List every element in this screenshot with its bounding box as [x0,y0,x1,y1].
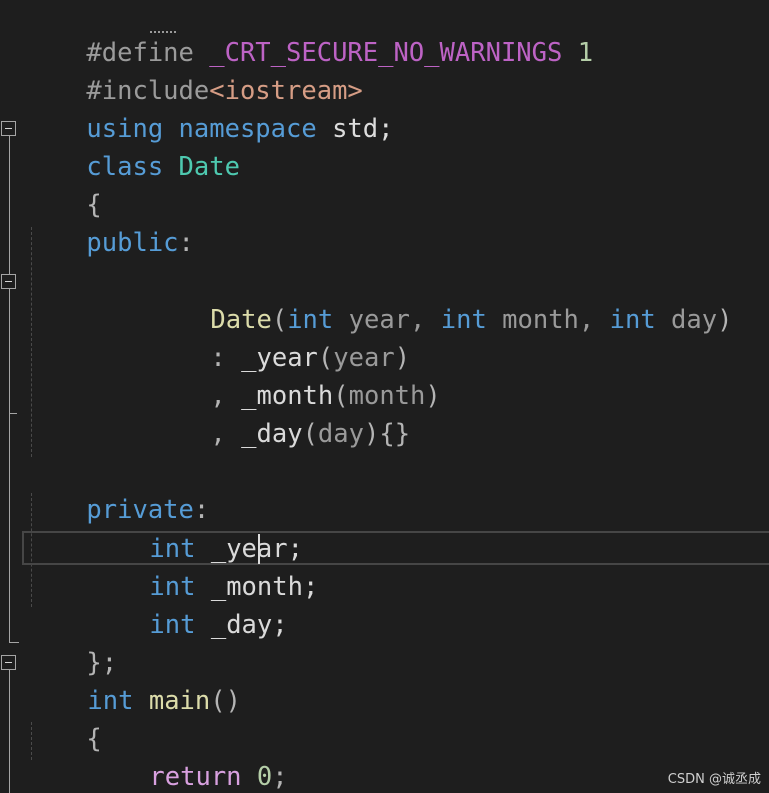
code-line-2[interactable]: #include<iostream> [25,34,362,106]
decl-day: _day; [195,610,288,640]
class-name: Date [178,152,240,182]
code-editor[interactable]: #define _CRT_SECURE_NO_WARNINGS 1 #inclu… [0,0,769,793]
code-line-17[interactable]: }; [25,606,117,678]
code-line-21[interactable]: } [25,757,102,793]
watermark: CSDN @诚丞成 [667,772,761,787]
type-int: int [609,305,656,335]
type-int: int [440,305,487,335]
code-line-18[interactable]: int main() [26,644,241,716]
fold-guide-constructor-end [9,413,17,414]
arg-day: day [317,419,364,449]
code-line-8[interactable]: Date(int year, int month, int day) [149,263,732,335]
fold-guide-main [9,670,10,793]
parens: () [210,686,241,716]
namespace-std: std; [316,114,394,144]
code-line-6[interactable]: public: [25,186,193,258]
code-line-19[interactable]: { [25,682,101,754]
code-line-14[interactable]: int _year; [88,492,303,564]
fold-toggle-main[interactable] [1,655,16,670]
comma: , [210,419,242,449]
code-line-10[interactable]: , _month(month) [149,339,440,411]
type-int: int [149,610,196,640]
fold-guide-class-end [9,642,19,643]
param-day: day [655,305,718,335]
fold-toggle-class-date[interactable] [1,121,16,136]
text-caret [258,534,260,564]
paren-close: ) [717,305,733,335]
code-line-4[interactable]: class Date [25,110,240,182]
paren-close: ) [425,381,441,411]
code-line-15[interactable]: int _month; [88,530,318,602]
paren-open: ( [302,419,318,449]
macro-value: 1 [562,38,594,68]
code-line-20[interactable]: return 0; [88,720,287,792]
code-line-11[interactable]: , _day(day){} [149,377,410,449]
empty-body: ){} [363,419,411,449]
fold-toggle-constructor[interactable] [1,274,16,289]
access-public: public [86,228,179,258]
fold-guide-constructor [9,289,10,413]
member-day: _day [241,419,303,449]
param-month: month, [486,305,610,335]
return-value: 0 [256,762,273,792]
colon: : [178,228,194,258]
function-main: main [148,686,211,716]
code-line-9[interactable]: : _year(year) [149,301,410,373]
code-line-3[interactable]: using namespace std; [25,72,393,144]
intellisense-squiggle [150,28,176,33]
code-line-13[interactable]: private: [25,453,209,525]
code-line-5[interactable]: { [25,148,101,220]
keyword-return: return [149,762,242,792]
code-line-16[interactable]: int _day; [88,568,287,640]
code-line-1[interactable]: #define _CRT_SECURE_NO_WARNINGS 1 [25,0,593,68]
semicolon: ; [272,762,288,792]
